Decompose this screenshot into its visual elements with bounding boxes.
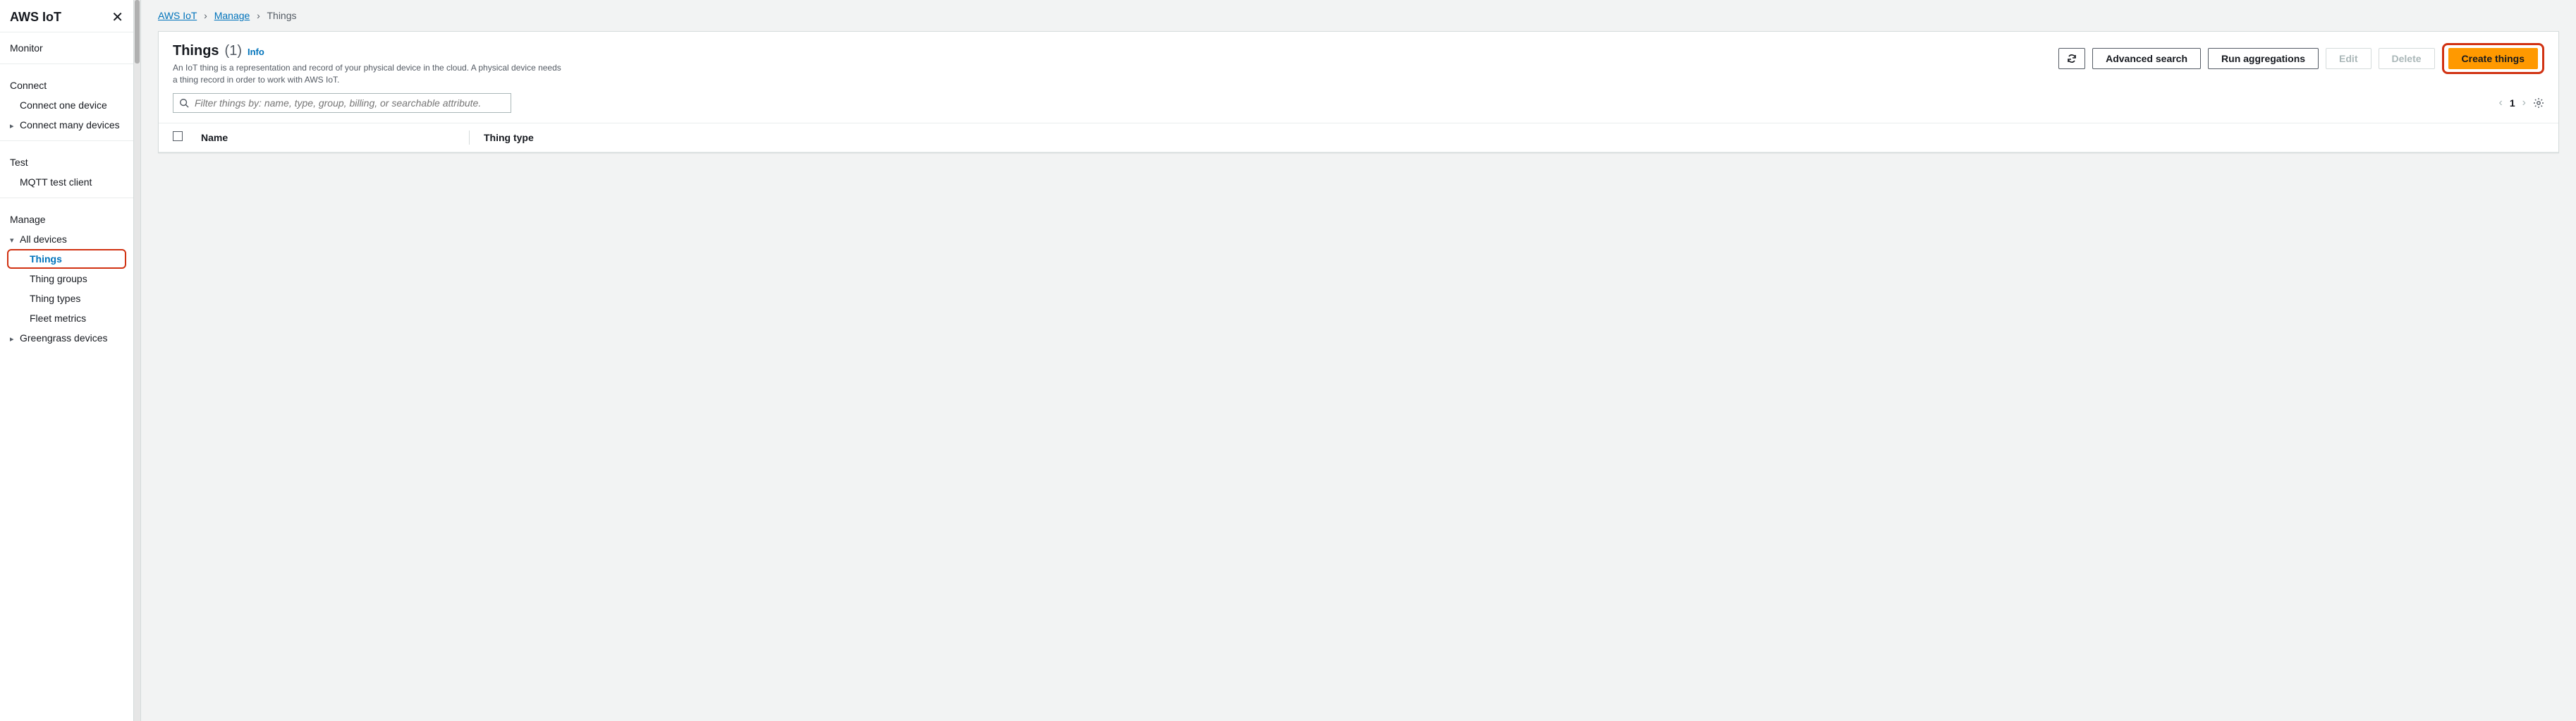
annotation-highlight-create: Create things: [2442, 43, 2544, 74]
sidebar-section-connect: Connect: [0, 70, 133, 95]
panel-actions: Advanced search Run aggregations Edit De…: [2058, 43, 2544, 74]
things-panel: Things (1) Info An IoT thing is a repres…: [158, 31, 2559, 153]
page-number: 1: [2510, 97, 2515, 109]
scrollbar-thumb[interactable]: [135, 0, 140, 63]
breadcrumb-current: Things: [267, 10, 296, 21]
panel-title-row: Things (1) Info: [173, 43, 568, 59]
column-header-thing-type[interactable]: Thing type: [484, 132, 2544, 143]
edit-button[interactable]: Edit: [2326, 48, 2371, 69]
sidebar-item-things[interactable]: Things: [30, 253, 122, 265]
breadcrumb: AWS IoT › Manage › Things: [158, 10, 2559, 21]
sidebar-section-manage: Manage: [0, 204, 133, 229]
panel-title-block: Things (1) Info An IoT thing is a repres…: [173, 43, 568, 86]
select-all-checkbox[interactable]: [173, 131, 183, 141]
select-all-cell: [173, 131, 201, 143]
column-divider: [469, 131, 470, 145]
filter-input-wrapper[interactable]: [173, 93, 511, 113]
info-link[interactable]: Info: [248, 47, 264, 57]
refresh-button[interactable]: [2058, 48, 2085, 69]
divider: [0, 140, 133, 141]
sidebar-item-greengrass-devices[interactable]: Greengrass devices: [0, 328, 133, 348]
pager: ‹ 1 ›: [2499, 97, 2544, 109]
run-aggregations-button[interactable]: Run aggregations: [2208, 48, 2319, 69]
main-content: AWS IoT › Manage › Things Things (1) Inf…: [141, 0, 2576, 721]
sidebar-item-all-devices[interactable]: All devices: [0, 229, 133, 249]
table-header: Name Thing type: [159, 123, 2558, 152]
filter-input[interactable]: [193, 97, 505, 109]
chevron-right-icon: ›: [257, 10, 260, 21]
sidebar-item-thing-groups[interactable]: Thing groups: [0, 269, 133, 289]
delete-button[interactable]: Delete: [2379, 48, 2435, 69]
settings-button[interactable]: [2533, 97, 2544, 109]
search-icon: [179, 98, 189, 108]
sidebar-item-fleet-metrics[interactable]: Fleet metrics: [0, 308, 133, 328]
annotation-highlight-things: Things: [7, 249, 126, 269]
sidebar-title: AWS IoT: [10, 10, 61, 25]
gear-icon: [2533, 97, 2544, 109]
panel-count: (1): [225, 43, 242, 59]
divider: [0, 63, 133, 64]
prev-page-button[interactable]: ‹: [2499, 97, 2503, 109]
sidebar-item-monitor[interactable]: Monitor: [0, 32, 133, 58]
refresh-icon: [2066, 53, 2077, 64]
sidebar-item-connect-many-devices[interactable]: Connect many devices: [0, 115, 133, 135]
sidebar-item-mqtt-test-client[interactable]: MQTT test client: [0, 172, 133, 192]
breadcrumb-manage[interactable]: Manage: [214, 10, 250, 21]
panel-title: Things: [173, 43, 219, 59]
filter-row: ‹ 1 ›: [159, 93, 2558, 123]
chevron-right-icon: ›: [204, 10, 207, 21]
sidebar-header: AWS IoT ✕: [0, 0, 133, 32]
breadcrumb-root[interactable]: AWS IoT: [158, 10, 197, 21]
sidebar: AWS IoT ✕ Monitor Connect Connect one de…: [0, 0, 134, 721]
close-icon[interactable]: ✕: [111, 11, 123, 25]
scrollbar[interactable]: [134, 0, 141, 721]
next-page-button[interactable]: ›: [2522, 97, 2526, 109]
sidebar-section-test: Test: [0, 147, 133, 172]
panel-description: An IoT thing is a representation and rec…: [173, 62, 568, 86]
panel-header: Things (1) Info An IoT thing is a repres…: [159, 32, 2558, 93]
advanced-search-button[interactable]: Advanced search: [2092, 48, 2201, 69]
sidebar-item-thing-types[interactable]: Thing types: [0, 289, 133, 308]
sidebar-item-connect-one-device[interactable]: Connect one device: [0, 95, 133, 115]
create-things-button[interactable]: Create things: [2448, 48, 2538, 69]
column-header-name[interactable]: Name: [201, 132, 469, 143]
